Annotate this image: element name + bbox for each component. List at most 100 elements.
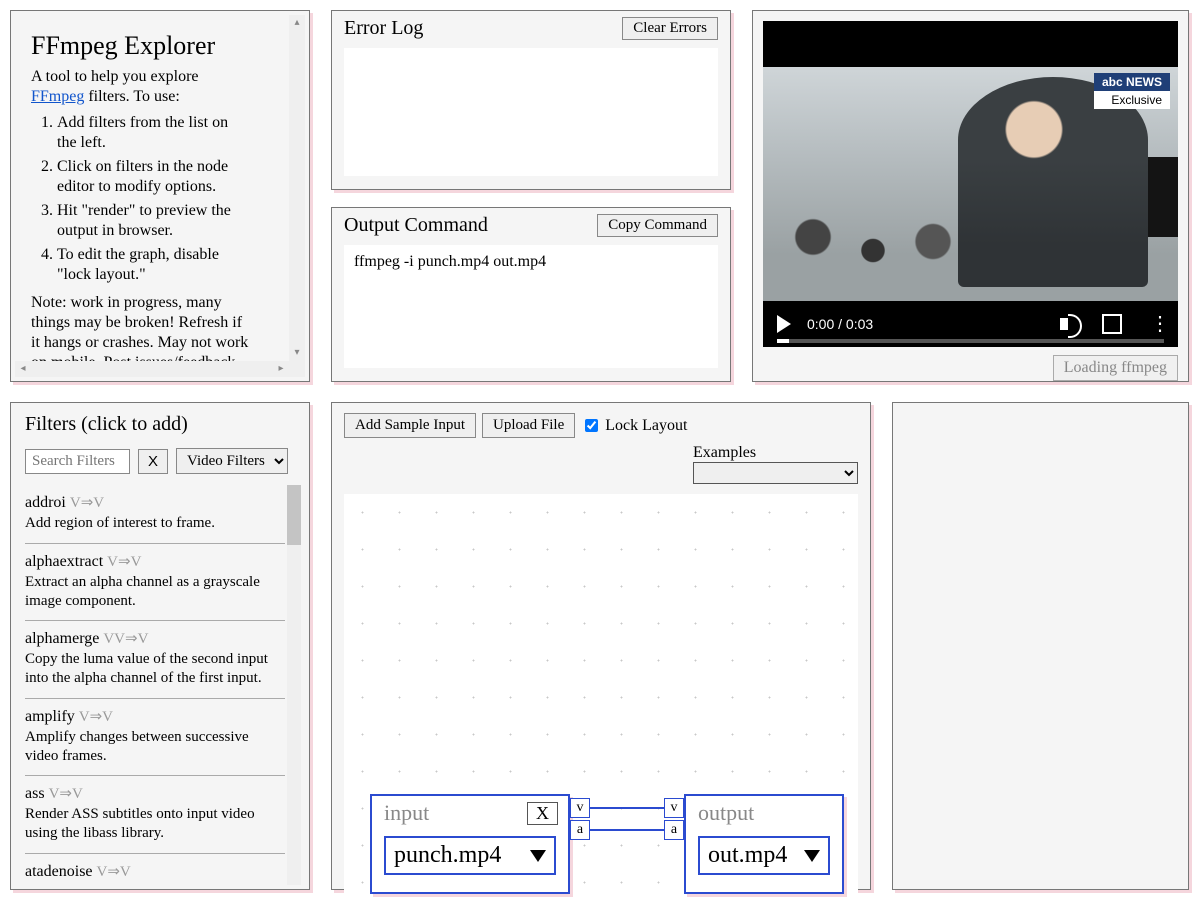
properties-panel [892, 402, 1189, 890]
about-intro-post: filters. To use: [84, 88, 179, 105]
filter-item[interactable]: ass V⇒V Render ASS subtitles onto input … [25, 776, 285, 854]
about-panel: FFmpeg Explorer A tool to help you explo… [10, 10, 310, 382]
filter-signature: V⇒V [97, 864, 131, 880]
about-step: Click on filters in the node editor to m… [57, 157, 249, 197]
port-video-out[interactable]: v [570, 798, 590, 818]
add-sample-input-button[interactable]: Add Sample Input [344, 413, 476, 438]
clear-errors-button[interactable]: Clear Errors [622, 17, 718, 40]
about-intro-pre: A tool to help you explore [31, 68, 199, 85]
error-log-panel: Error Log Clear Errors [331, 10, 731, 190]
error-log-title: Error Log [344, 17, 423, 40]
filter-signature: V⇒V [70, 495, 104, 511]
filter-description: Add region of interest to frame. [25, 514, 285, 533]
port-video-in[interactable]: v [664, 798, 684, 818]
video-letterbox [763, 21, 1178, 67]
output-file-select[interactable]: out.mp4 [698, 836, 830, 875]
about-hscrollbar[interactable]: ◂ ▸ [15, 361, 289, 377]
news-watermark: abc NEWS Exclusive [1094, 73, 1170, 109]
filters-title: Filters (click to add) [11, 413, 309, 442]
filter-signature: V⇒V [49, 786, 83, 802]
scroll-right-icon[interactable]: ▸ [273, 361, 289, 377]
lock-layout-label: Lock Layout [605, 417, 687, 435]
about-vscrollbar[interactable]: ▴ ▾ [289, 15, 305, 361]
node-canvas[interactable]: input X punch.mp4 output out.mp4 v a v a [344, 494, 858, 904]
filter-name: ass [25, 785, 45, 802]
wire-video [590, 807, 664, 809]
filter-name: alphamerge [25, 630, 99, 647]
play-icon[interactable] [777, 315, 791, 333]
filter-item[interactable]: addroi V⇒V Add region of interest to fra… [25, 485, 285, 544]
filter-name: addroi [25, 494, 66, 511]
preview-status-badge: Loading ffmpeg [1053, 355, 1178, 381]
filter-item[interactable]: atadenoise V⇒V Apply an Adaptive Tempora… [25, 854, 285, 885]
about-step: Add filters from the list on the left. [57, 113, 249, 153]
input-file-select[interactable]: punch.mp4 [384, 836, 556, 875]
news-tag-label: Exclusive [1094, 91, 1170, 109]
video-time-display: 0:00 / 0:03 [807, 316, 873, 332]
filter-description: Render ASS subtitles onto input video us… [25, 805, 285, 843]
node-output[interactable]: output out.mp4 [684, 794, 844, 894]
output-command-panel: Output Command Copy Command ffmpeg -i pu… [331, 207, 731, 382]
filter-name: atadenoise [25, 863, 93, 880]
examples-label: Examples [693, 444, 858, 462]
output-command-title: Output Command [344, 214, 488, 237]
volume-icon[interactable] [1060, 314, 1080, 334]
preview-panel: abc NEWS Exclusive 0:00 / 0:03 Loading f… [752, 10, 1189, 382]
fullscreen-icon[interactable] [1102, 314, 1122, 334]
filters-panel: Filters (click to add) X Video Filters a… [10, 402, 310, 890]
node-title: output [698, 800, 754, 826]
scroll-up-icon[interactable]: ▴ [289, 15, 305, 31]
examples-select[interactable] [693, 462, 858, 484]
video-player[interactable]: abc NEWS Exclusive 0:00 / 0:03 [763, 21, 1178, 347]
node-editor-panel: Add Sample Input Upload File Lock Layout… [331, 402, 871, 890]
lock-layout-checkbox[interactable] [585, 419, 598, 432]
wire-audio [590, 829, 664, 831]
filter-item[interactable]: alphaextract V⇒V Extract an alpha channe… [25, 544, 285, 622]
filter-signature: V⇒V [79, 709, 113, 725]
about-scroll-area[interactable]: FFmpeg Explorer A tool to help you explo… [15, 15, 305, 377]
node-remove-button[interactable]: X [527, 802, 558, 825]
filter-signature: V⇒V [107, 554, 141, 570]
filter-signature: VV⇒V [103, 631, 148, 647]
about-intro: A tool to help you explore FFmpeg filter… [31, 67, 249, 107]
port-audio-in[interactable]: a [664, 820, 684, 840]
input-file-name: punch.mp4 [394, 842, 501, 869]
error-log-content [344, 48, 718, 176]
search-input[interactable] [25, 449, 130, 474]
about-steps: Add filters from the list on the left. C… [31, 113, 249, 285]
node-input[interactable]: input X punch.mp4 [370, 794, 570, 894]
filter-item[interactable]: amplify V⇒V Amplify changes between succ… [25, 699, 285, 777]
ffmpeg-link[interactable]: FFmpeg [31, 88, 84, 105]
filter-description: Apply an Adaptive Temporal Averaging Den… [25, 883, 285, 885]
filter-name: amplify [25, 708, 75, 725]
video-menu-icon[interactable] [1144, 314, 1164, 334]
resize-grip-icon[interactable] [289, 361, 305, 377]
upload-file-button[interactable]: Upload File [482, 413, 575, 438]
news-network-label: abc NEWS [1094, 73, 1170, 91]
filters-scrollbar[interactable] [287, 485, 301, 885]
scroll-left-icon[interactable]: ◂ [15, 361, 31, 377]
lock-layout-toggle[interactable]: Lock Layout [581, 416, 687, 435]
scene-crowd [773, 201, 973, 291]
scroll-down-icon[interactable]: ▾ [289, 345, 305, 361]
output-command-text[interactable]: ffmpeg -i punch.mp4 out.mp4 [344, 245, 718, 368]
video-controls: 0:00 / 0:03 [763, 301, 1178, 347]
scrollbar-thumb[interactable] [287, 485, 301, 545]
app-title: FFmpeg Explorer [31, 31, 249, 61]
filter-name: alphaextract [25, 553, 103, 570]
clear-search-button[interactable]: X [138, 449, 168, 474]
node-title: input [384, 800, 429, 826]
filter-item[interactable]: alphamerge VV⇒V Copy the luma value of t… [25, 621, 285, 699]
chevron-down-icon [530, 850, 546, 862]
copy-command-button[interactable]: Copy Command [597, 214, 718, 237]
video-progress-bar[interactable] [777, 339, 1164, 343]
filter-description: Copy the luma value of the second input … [25, 650, 285, 688]
chevron-down-icon [804, 850, 820, 862]
about-step: To edit the graph, disable "lock layout.… [57, 245, 249, 285]
filters-list[interactable]: addroi V⇒V Add region of interest to fra… [25, 485, 285, 885]
output-file-name: out.mp4 [708, 842, 787, 869]
about-step: Hit "render" to preview the output in br… [57, 201, 249, 241]
filter-type-select[interactable]: Video Filters [176, 448, 288, 474]
filter-description: Extract an alpha channel as a grayscale … [25, 573, 285, 611]
port-audio-out[interactable]: a [570, 820, 590, 840]
